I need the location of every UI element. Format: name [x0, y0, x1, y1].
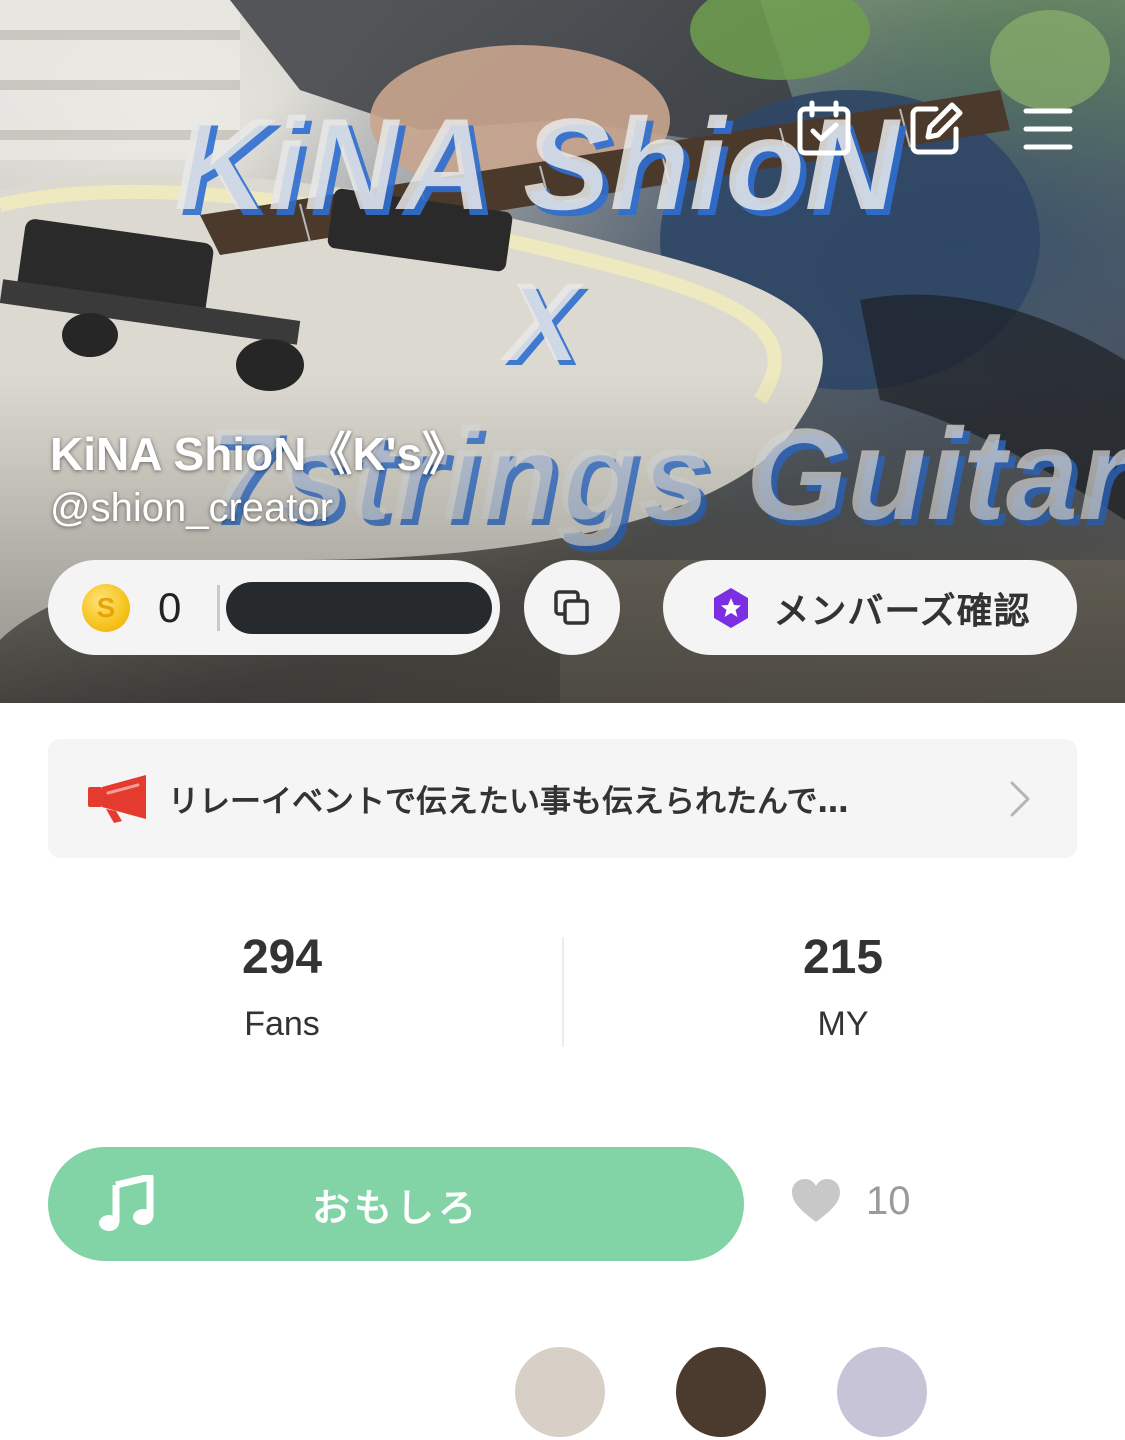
megaphone-icon	[88, 774, 146, 823]
profile-handle: @shion_creator	[50, 486, 333, 530]
announcement-text: リレーイベントで伝えたい事も伝えられたんで…	[168, 784, 849, 820]
stats-divider	[562, 937, 564, 1047]
member-badge-icon	[714, 587, 749, 628]
profile-display-name: KiNA ShioN《K's》	[50, 428, 469, 480]
coin-count: 0	[158, 583, 182, 631]
chevron-right-icon	[1010, 781, 1030, 817]
music-note-icon	[99, 1175, 154, 1231]
heart-icon	[792, 1179, 840, 1222]
fan-avatar[interactable]	[673, 1344, 769, 1440]
fans-label: Fans	[244, 1005, 320, 1043]
members-check-label: メンバーズ確認	[773, 590, 1031, 632]
svg-text:X: X	[499, 261, 584, 384]
header-actions	[791, 96, 1081, 162]
members-check-button[interactable]: メンバーズ確認	[663, 560, 1077, 655]
coin-icon: S	[82, 583, 130, 632]
announcement-banner[interactable]: リレーイベントで伝えたい事も伝えられたんで…	[48, 739, 1077, 858]
like-count: 10	[866, 1178, 911, 1223]
fans-count: 294	[241, 931, 323, 984]
fans-stat[interactable]: 294 Fans	[82, 930, 482, 1044]
menu-icon[interactable]	[1015, 96, 1081, 162]
copy-icon	[554, 589, 589, 625]
like-button[interactable]: 10	[790, 1178, 911, 1224]
wallet-pill[interactable]: S 0	[48, 560, 500, 655]
fan-avatar[interactable]	[512, 1344, 608, 1440]
my-label: MY	[817, 1005, 869, 1043]
wallet-divider	[217, 584, 221, 631]
fan-avatar[interactable]	[834, 1344, 930, 1440]
theme-button[interactable]: おもしろ	[48, 1147, 744, 1261]
redacted-content	[226, 581, 493, 634]
copy-button[interactable]	[524, 560, 620, 655]
my-stat[interactable]: 215 MY	[643, 930, 1043, 1044]
profile-header-banner: KiNA ShioN KiNA ShioN X X 7strings Guita…	[0, 0, 1125, 703]
my-count: 215	[802, 931, 884, 984]
calendar-check-icon[interactable]	[791, 96, 857, 162]
edit-icon[interactable]	[903, 96, 969, 162]
